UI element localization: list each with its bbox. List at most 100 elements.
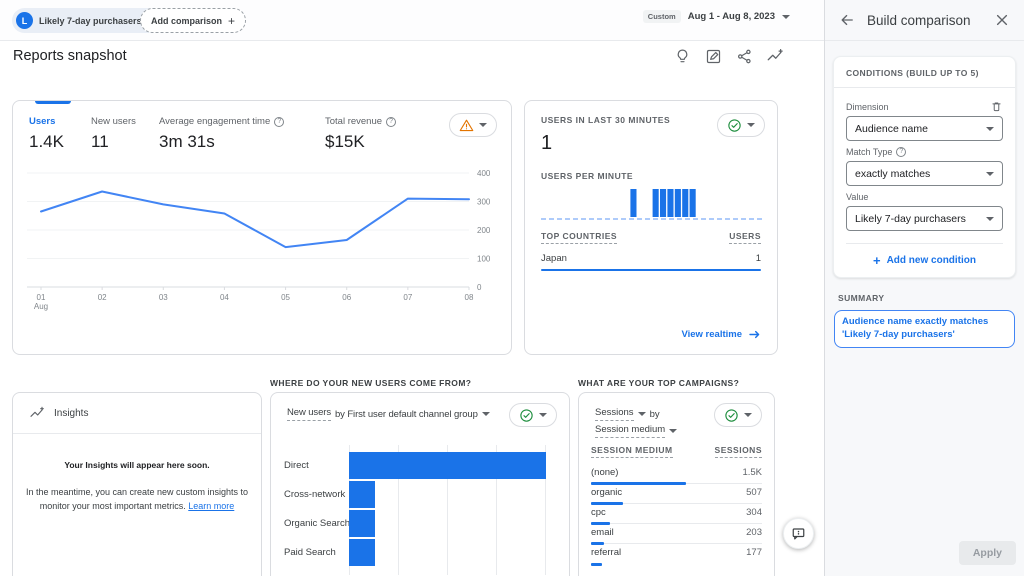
campaigns-dimension-selector[interactable]: Session medium	[595, 424, 665, 438]
add-comparison-button[interactable]: Add comparison +	[140, 8, 246, 33]
check-circle-icon	[727, 118, 742, 133]
value-select[interactable]: Likely 7-day purchasers	[846, 206, 1003, 231]
table-row: email 203	[591, 524, 762, 544]
customize-report-button[interactable]	[702, 45, 724, 67]
users-per-minute-label: USERS PER MINUTE	[541, 171, 761, 181]
svg-text:200: 200	[477, 226, 491, 235]
chevron-down-icon	[747, 123, 755, 127]
comparison-chip-label: Likely 7-day purchasers	[39, 16, 142, 26]
table-column-headers: SESSION MEDIUM SESSIONS	[591, 445, 762, 458]
svg-text:400: 400	[477, 169, 491, 178]
sessions-cell: 304	[746, 507, 762, 518]
back-button[interactable]	[838, 11, 856, 29]
svg-text:08: 08	[465, 293, 474, 302]
feedback-button[interactable]	[783, 518, 814, 549]
table-row: Japan 1	[541, 253, 761, 269]
check-circle-icon	[519, 408, 534, 423]
add-comparison-label: Add comparison	[151, 16, 222, 26]
medium-cell: email	[591, 527, 614, 538]
session-medium-column-header[interactable]: SESSION MEDIUM	[591, 445, 673, 458]
share-icon	[736, 48, 753, 65]
data-quality-ok-pill[interactable]	[717, 113, 765, 137]
chevron-down-icon[interactable]	[669, 429, 677, 433]
close-icon	[995, 13, 1009, 27]
svg-text:03: 03	[159, 293, 168, 302]
help-icon[interactable]: ?	[274, 117, 284, 127]
chevron-down-icon	[539, 413, 547, 417]
view-realtime-link[interactable]: View realtime	[681, 328, 761, 341]
report-actions	[671, 45, 786, 67]
chevron-down-icon	[986, 172, 994, 176]
delete-condition-button[interactable]	[990, 100, 1003, 113]
by-label: by	[650, 409, 660, 420]
customize-report-icon	[705, 48, 722, 65]
country-name: Japan	[541, 253, 567, 264]
close-panel-button[interactable]	[993, 11, 1011, 29]
date-range-badge: Custom	[643, 10, 681, 23]
users-over-time-line-chart: 010020030040001Aug02030405060708	[21, 161, 503, 319]
new-users-bar-chart: Direct Cross-network Organic Search Paid…	[271, 445, 570, 576]
comparison-avatar: L	[16, 12, 33, 29]
bar-chart-plot	[349, 445, 549, 575]
bar-organic-search	[349, 510, 375, 537]
help-icon[interactable]: ?	[896, 147, 906, 157]
match-type-label: Match Type ?	[846, 147, 1003, 157]
medium-cell: (none)	[591, 467, 618, 478]
chevron-down-icon[interactable]	[482, 412, 490, 416]
svg-text:100: 100	[477, 255, 491, 264]
bar-label: Direct	[284, 451, 348, 480]
build-comparison-panel: Build comparison CONDITIONS (BUILD UP TO…	[824, 0, 1024, 576]
metric-tab-total-revenue[interactable]: Total revenue ? $15K	[325, 116, 396, 152]
channels-dimension-label: by First user default channel group	[335, 409, 478, 420]
insights-hub-button[interactable]	[671, 45, 693, 67]
dimension-select[interactable]: Audience name	[846, 116, 1003, 141]
insights-body: In the meantime, you can create new cust…	[25, 486, 249, 514]
data-quality-ok-pill[interactable]	[714, 403, 762, 427]
insights-trend-button[interactable]	[764, 45, 786, 67]
svg-text:300: 300	[477, 198, 491, 207]
active-metric-indicator	[35, 101, 71, 104]
chevron-down-icon[interactable]	[638, 412, 646, 416]
ga4-reports-snapshot-app: L Likely 7-day purchasers Add comparison…	[0, 0, 1024, 576]
feedback-icon	[791, 526, 806, 541]
table-row: (none) 1.5K	[591, 464, 762, 484]
chevron-down-icon	[744, 413, 752, 417]
table-row: organic 507	[591, 484, 762, 504]
sessions-column-header[interactable]: SESSIONS	[715, 445, 762, 458]
medium-cell: cpc	[591, 507, 606, 518]
conditions-title: CONDITIONS (BUILD UP TO 5)	[834, 57, 1015, 88]
metric-label: Average engagement time ?	[159, 116, 284, 127]
bar-label: Paid Search	[284, 538, 348, 567]
users-per-minute-bar-chart	[541, 186, 763, 222]
channels-metric-selector[interactable]: New users	[287, 407, 331, 421]
campaigns-section-title: WHAT ARE YOUR TOP CAMPAIGNS?	[578, 378, 739, 388]
learn-more-link[interactable]: Learn more	[188, 501, 234, 511]
view-realtime-label: View realtime	[681, 329, 742, 340]
sessions-by-medium-table: SESSION MEDIUM SESSIONS (none) 1.5K orga…	[591, 445, 762, 564]
campaigns-metric-selector[interactable]: Sessions	[595, 407, 634, 421]
medium-cell: organic	[591, 487, 622, 498]
add-new-condition-button[interactable]: + Add new condition	[846, 243, 1003, 277]
date-range-selector[interactable]: Custom Aug 1 - Aug 8, 2023	[643, 10, 790, 23]
metric-value: $15K	[325, 132, 396, 152]
panel-title: Build comparison	[867, 13, 982, 28]
help-icon[interactable]: ?	[386, 117, 396, 127]
bar-label: Organic Search	[284, 509, 348, 538]
data-quality-warning-pill[interactable]	[449, 113, 497, 137]
match-type-select[interactable]: exactly matches	[846, 161, 1003, 186]
top-countries-column-header[interactable]: TOP COUNTRIES	[541, 231, 617, 244]
metric-tab-new-users[interactable]: New users 11	[91, 116, 136, 152]
apply-button[interactable]: Apply	[959, 541, 1016, 565]
sessions-cell: 1.5K	[742, 467, 762, 478]
chevron-down-icon	[479, 123, 487, 127]
share-report-button[interactable]	[733, 45, 755, 67]
metric-tab-users[interactable]: Users 1.4K	[29, 116, 64, 152]
svg-text:06: 06	[342, 293, 351, 302]
summary-title: SUMMARY	[838, 293, 1024, 303]
add-condition-label: Add new condition	[887, 255, 976, 266]
metric-tab-avg-engagement-time[interactable]: Average engagement time ? 3m 31s	[159, 116, 284, 152]
data-quality-ok-pill[interactable]	[509, 403, 557, 427]
insights-card-header: Insights	[13, 393, 261, 434]
insights-headline: Your Insights will appear here soon.	[27, 460, 247, 470]
users-column-header[interactable]: USERS	[729, 231, 761, 244]
